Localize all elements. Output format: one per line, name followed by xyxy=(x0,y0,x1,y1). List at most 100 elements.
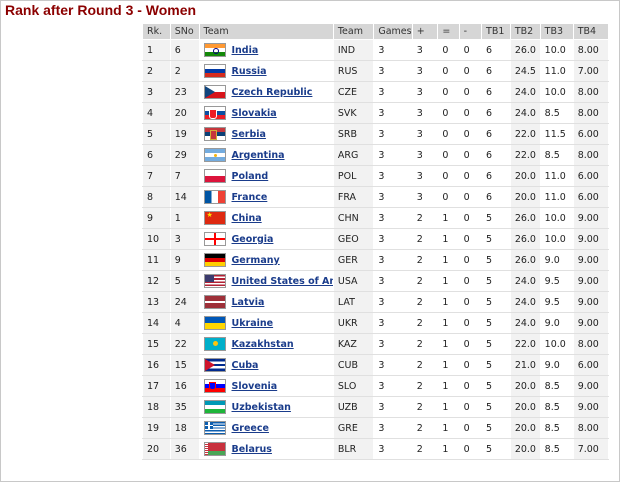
wins-cell: 3 xyxy=(411,186,439,208)
team-cell: Russia xyxy=(198,60,334,82)
losses-cell: 0 xyxy=(458,123,483,145)
wins-cell: 3 xyxy=(411,60,439,82)
draws-cell: 1 xyxy=(437,333,460,355)
tb2-cell: 21.0 xyxy=(509,354,541,376)
team-link[interactable]: Kazakhstan xyxy=(232,339,294,350)
team-cell: China xyxy=(198,207,334,229)
tb3-cell: 10.0 xyxy=(539,39,574,61)
games-cell: 3 xyxy=(373,270,413,292)
team-link[interactable]: Germany xyxy=(232,255,280,266)
rank-cell: 16 xyxy=(142,354,171,376)
team-code-cell: RUS xyxy=(332,60,375,82)
tb2-cell: 24.0 xyxy=(509,312,541,334)
team-cell: Slovakia xyxy=(198,102,334,124)
games-cell: 3 xyxy=(373,186,413,208)
sno-cell: 15 xyxy=(169,354,200,376)
team-link[interactable]: Argentina xyxy=(232,150,285,161)
rank-cell: 15 xyxy=(142,333,171,355)
losses-cell: 0 xyxy=(458,228,483,250)
losses-cell: 0 xyxy=(458,396,483,418)
losses-cell: 0 xyxy=(458,375,483,397)
losses-cell: 0 xyxy=(458,249,483,271)
tb4-cell: 9.00 xyxy=(572,270,610,292)
wins-cell: 2 xyxy=(411,228,439,250)
team-link[interactable]: Serbia xyxy=(232,129,266,140)
tb4-cell: 7.00 xyxy=(572,60,610,82)
tb1-cell: 6 xyxy=(481,165,511,187)
team-cell: Slovenia xyxy=(198,375,334,397)
team-cell: France xyxy=(198,186,334,208)
sno-cell: 3 xyxy=(169,228,200,250)
team-cell: Georgia xyxy=(198,228,334,250)
team-code-cell: GER xyxy=(332,249,375,271)
sno-cell: 22 xyxy=(169,333,200,355)
rank-cell: 18 xyxy=(142,396,171,418)
rank-cell: 11 xyxy=(142,249,171,271)
draws-cell: 1 xyxy=(437,228,460,250)
team-link[interactable]: Slovakia xyxy=(232,108,277,119)
games-cell: 3 xyxy=(373,60,413,82)
team-link[interactable]: China xyxy=(232,213,262,224)
sno-cell: 36 xyxy=(169,438,200,460)
tb1-cell: 6 xyxy=(481,144,511,166)
team-link[interactable]: Slovenia xyxy=(232,381,278,392)
losses-cell: 0 xyxy=(458,291,483,313)
rank-cell: 17 xyxy=(142,375,171,397)
team-link[interactable]: Russia xyxy=(232,66,267,77)
table-row: 20 36 Belarus BLR 3 2 1 0 5 20.0 8.5 7.00 xyxy=(142,438,610,460)
team-link[interactable]: Poland xyxy=(232,171,269,182)
team-link[interactable]: Belarus xyxy=(232,444,272,455)
team-link[interactable]: Ukraine xyxy=(232,318,274,329)
team-link[interactable]: Greece xyxy=(232,423,269,434)
tb4-cell: 8.00 xyxy=(572,81,610,103)
table-row: 6 29 Argentina ARG 3 3 0 0 6 22.0 8.5 8.00 xyxy=(142,144,610,166)
table-row: 4 20 Slovakia SVK 3 3 0 0 6 24.0 8.5 8.00 xyxy=(142,102,610,124)
table-row: 3 23 Czech Republic CZE 3 3 0 0 6 24.0 10.0 8.00 xyxy=(142,81,610,103)
team-link[interactable]: Uzbekistan xyxy=(232,402,291,413)
sno-cell: 2 xyxy=(169,60,200,82)
table-row: 2 2 Russia RUS 3 3 0 0 6 24.5 11.0 7.00 xyxy=(142,60,610,82)
poland-flag-icon xyxy=(203,169,226,183)
losses-cell: 0 xyxy=(458,60,483,82)
serbia-flag-icon xyxy=(203,127,226,141)
games-cell: 3 xyxy=(373,333,413,355)
team-cell: Ukraine xyxy=(198,312,334,334)
tb3-cell: 10.0 xyxy=(539,81,574,103)
usa-flag-icon xyxy=(203,274,226,288)
losses-cell: 0 xyxy=(458,39,483,61)
team-link[interactable]: Cuba xyxy=(232,360,259,371)
team-code-cell: POL xyxy=(332,165,375,187)
games-cell: 3 xyxy=(373,123,413,145)
losses-cell: 0 xyxy=(458,270,483,292)
team-link[interactable]: India xyxy=(232,45,259,56)
team-cell: Argentina xyxy=(198,144,334,166)
rank-cell: 10 xyxy=(142,228,171,250)
team-link[interactable]: Latvia xyxy=(232,297,265,308)
team-cell: United States of America xyxy=(198,270,334,292)
header-sno: SNo xyxy=(169,23,200,40)
rank-cell: 5 xyxy=(142,123,171,145)
draws-cell: 1 xyxy=(437,438,460,460)
table-row: 91ChinaCHN3210526.010.09.00 xyxy=(142,207,610,229)
team-link[interactable]: Georgia xyxy=(232,234,274,245)
draws-cell: 1 xyxy=(437,207,460,229)
sno-cell: 23 xyxy=(169,81,200,103)
header-tb2: TB2 xyxy=(509,23,541,40)
games-cell: 3 xyxy=(373,207,413,229)
header-wins: + xyxy=(411,23,439,40)
team-link[interactable]: United States of America xyxy=(232,276,333,287)
team-link[interactable]: Czech Republic xyxy=(232,87,313,98)
header-tb4: TB4 xyxy=(572,23,610,40)
rank-cell: 14 xyxy=(142,312,171,334)
tb1-cell: 5 xyxy=(481,417,511,439)
wins-cell: 3 xyxy=(411,102,439,124)
tb4-cell: 9.00 xyxy=(572,249,610,271)
team-code-cell: CZE xyxy=(332,81,375,103)
team-link[interactable]: France xyxy=(232,192,268,203)
tb1-cell: 6 xyxy=(481,60,511,82)
tb1-cell: 5 xyxy=(481,333,511,355)
draws-cell: 1 xyxy=(437,270,460,292)
tb3-cell: 11.0 xyxy=(539,60,574,82)
tb3-cell: 9.0 xyxy=(539,354,574,376)
table-row: 19 18 Greece GRE 3 2 1 0 5 20.0 8.5 8.00 xyxy=(142,417,610,439)
